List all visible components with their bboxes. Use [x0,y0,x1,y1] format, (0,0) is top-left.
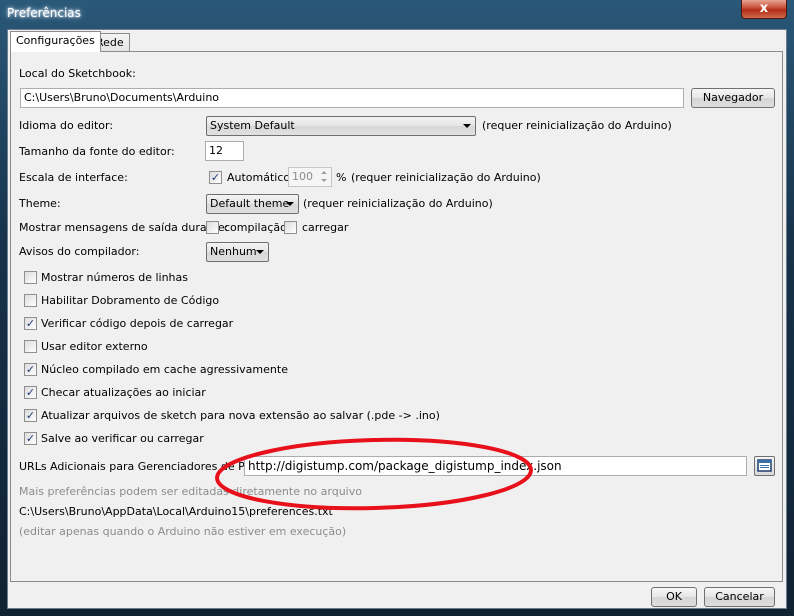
ok-button[interactable]: OK [651,587,697,607]
option-label-save-on-verify: Salve ao verificar ou carregar [41,432,204,445]
option-checkbox-update-extension[interactable]: ✓ [24,409,37,422]
sketchbook-path-input[interactable]: C:\Users\Bruno\Documents\Arduino [20,88,684,108]
preferences-window: Preferências x Configurações Rede Local … [0,0,794,616]
theme-select[interactable]: Default theme [206,194,299,214]
chevron-down-icon [463,124,471,128]
checkmark-icon: ✓ [25,317,36,330]
option-label-external-editor: Usar editor externo [41,340,148,353]
option-label-line-numbers: Mostrar números de linhas [41,271,188,284]
cancel-button[interactable]: Cancelar [704,587,775,607]
checkmark-icon: ✓ [25,386,36,399]
settings-panel: Local do Sketchbook: C:\Users\Bruno\Docu… [10,51,783,582]
verbose-upload-label: carregar [302,221,349,234]
close-button[interactable]: x [741,0,787,19]
scale-unit: % [336,171,347,184]
language-label: Idioma do editor: [19,119,114,132]
window-list-icon [757,459,772,472]
dialog-button-bar: OK Cancelar [8,583,786,609]
sketchbook-label: Local do Sketchbook: [19,67,136,80]
scale-spinner[interactable]: 100 [288,167,332,187]
option-checkbox-save-on-verify[interactable]: ✓ [24,432,37,445]
browse-button[interactable]: Navegador [691,88,775,108]
option-checkbox-cache-core[interactable]: ✓ [24,363,37,376]
option-checkbox-line-numbers[interactable] [24,271,37,284]
verbose-compile-label: compilação [224,221,287,234]
option-label-code-folding: Habilitar Dobramento de Código [41,294,220,307]
warnings-label: Avisos do compilador: [19,245,140,258]
warnings-value: Nenhum [210,245,257,258]
scale-value: 100 [292,170,313,183]
checkmark-icon: ✓ [25,363,36,376]
option-checkbox-external-editor[interactable] [24,340,37,353]
checkmark-icon: ✓ [25,409,36,422]
theme-note: (requer reinicialização do Arduino) [303,197,493,210]
window-title: Preferências [7,6,81,20]
verbose-label: Mostrar mensagens de saída durante: [19,221,229,234]
spin-down-icon[interactable] [318,177,330,185]
option-label-update-extension: Atualizar arquivos de sketch para nova e… [41,409,440,422]
scale-auto-label: Automático [227,171,291,184]
chevron-down-icon [286,202,294,206]
scale-auto-checkbox[interactable]: ✓ [209,171,222,184]
verbose-compile-checkbox[interactable] [206,221,219,234]
verbose-upload-checkbox[interactable] [284,221,297,234]
option-label-verify-upload: Verificar código depois de carregar [41,317,234,330]
tab-configuracoes[interactable]: Configurações [10,31,101,52]
font-size-label: Tamanho da fonte do editor: [19,145,175,158]
title-bar[interactable]: Preferências x [0,0,794,28]
font-size-input[interactable]: 12 [205,141,244,161]
chevron-down-icon [256,250,264,254]
scale-label: Escala de interface: [19,171,128,184]
highlight-ellipse [215,437,533,511]
option-label-cache-core: Núcleo compilado em cache agressivamente [41,363,288,376]
language-note: (requer reinicialização do Arduino) [482,119,672,132]
theme-value: Default theme [210,197,290,210]
theme-label: Theme: [19,197,61,210]
warnings-select[interactable]: Nenhum [206,242,269,262]
more-prefs-hint: (editar apenas quando o Arduino não esti… [19,525,347,538]
option-checkbox-verify-upload[interactable]: ✓ [24,317,37,330]
option-label-check-updates: Checar atualizações ao iniciar [41,386,206,399]
checkmark-icon: ✓ [210,171,221,184]
option-checkbox-code-folding[interactable] [24,294,37,307]
language-value: System Default [210,119,295,132]
option-checkbox-check-updates[interactable]: ✓ [24,386,37,399]
dialog-client: Configurações Rede Local do Sketchbook: … [7,29,787,609]
language-select[interactable]: System Default [206,116,476,136]
checkmark-icon: ✓ [25,432,36,445]
boards-url-edit-button[interactable] [754,456,775,476]
spin-up-icon[interactable] [318,169,330,177]
scale-note: (requer reinicialização do Arduino) [351,171,541,184]
